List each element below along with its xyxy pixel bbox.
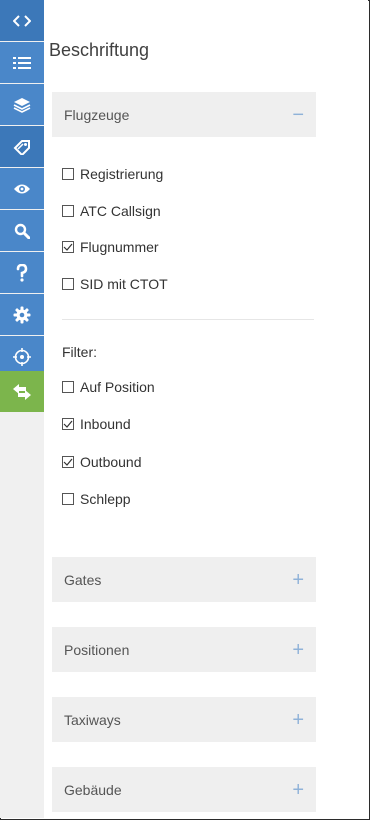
expand-icon: + <box>292 638 304 661</box>
filter-auf-position[interactable]: Auf Position <box>62 377 155 397</box>
checkmark-icon <box>63 458 73 466</box>
checkbox-checked[interactable] <box>62 241 74 253</box>
swap-arrows-icon <box>13 383 31 400</box>
tag-icon <box>13 139 30 155</box>
checkbox[interactable] <box>62 493 74 505</box>
checkmark-icon <box>63 243 73 251</box>
checkbox-checked[interactable] <box>62 418 74 430</box>
code-brackets-icon <box>13 14 31 27</box>
section-label: Gates <box>64 571 102 588</box>
filter-outbound[interactable]: Outbound <box>62 452 142 472</box>
section-label: Taxiways <box>64 711 121 728</box>
option-label: Schlepp <box>80 491 131 507</box>
section-label: Gebäude <box>64 781 122 798</box>
gear-icon <box>13 306 31 323</box>
divider <box>62 319 314 320</box>
option-label: Outbound <box>80 454 142 470</box>
option-flugnummer[interactable]: Flugnummer <box>62 237 159 257</box>
eye-icon <box>14 184 30 193</box>
layers-icon <box>13 97 31 113</box>
section-header-flugzeuge[interactable]: Flugzeuge − <box>52 92 316 137</box>
page-title: Beschriftung <box>49 40 150 60</box>
checkbox[interactable] <box>62 278 74 290</box>
filter-heading: Filter: <box>62 344 97 360</box>
help-icon <box>16 263 28 282</box>
checkbox[interactable] <box>62 168 74 180</box>
section-header-taxiways[interactable]: Taxiways + <box>52 697 316 742</box>
option-label: Registrierung <box>80 166 164 182</box>
option-label: Auf Position <box>80 379 155 395</box>
sidebar-item-settings[interactable] <box>0 294 44 335</box>
option-label: ATC Callsign <box>80 203 161 219</box>
expand-icon: + <box>292 568 304 591</box>
crosshair-icon <box>13 347 31 366</box>
sidebar-item-visibility[interactable] <box>0 168 44 209</box>
sidebar-item-swap[interactable] <box>0 371 44 412</box>
option-atc-callsign[interactable]: ATC Callsign <box>62 201 161 221</box>
section-label: Positionen <box>64 641 130 658</box>
option-label: Inbound <box>80 416 131 432</box>
filter-inbound[interactable]: Inbound <box>62 414 131 434</box>
sidebar-item-toggle[interactable] <box>0 0 44 41</box>
checkbox[interactable] <box>62 205 74 217</box>
sidebar-item-labels[interactable] <box>0 126 44 167</box>
sidebar <box>0 0 45 818</box>
collapse-icon: − <box>292 103 304 126</box>
sidebar-item-search[interactable] <box>0 210 44 251</box>
sidebar-item-layers[interactable] <box>0 84 44 125</box>
list-icon <box>13 56 31 69</box>
option-label: Flugnummer <box>80 239 159 255</box>
option-sid-mit-ctot[interactable]: SID mit CTOT <box>62 274 168 294</box>
expand-icon: + <box>292 708 304 731</box>
filter-schlepp[interactable]: Schlepp <box>62 489 131 509</box>
checkbox[interactable] <box>62 381 74 393</box>
checkmark-icon <box>63 420 73 428</box>
search-icon <box>14 223 30 239</box>
section-header-gates[interactable]: Gates + <box>52 557 316 602</box>
option-registrierung[interactable]: Registrierung <box>62 164 163 184</box>
section-header-gebaeude[interactable]: Gebäude + <box>52 767 316 812</box>
section-header-positionen[interactable]: Positionen + <box>52 627 316 672</box>
section-label: Flugzeuge <box>64 106 130 123</box>
checkbox-checked[interactable] <box>62 456 74 468</box>
expand-icon: + <box>292 778 304 801</box>
sidebar-item-list[interactable] <box>0 42 44 83</box>
sidebar-item-help[interactable] <box>0 252 44 293</box>
option-label: SID mit CTOT <box>80 276 168 292</box>
